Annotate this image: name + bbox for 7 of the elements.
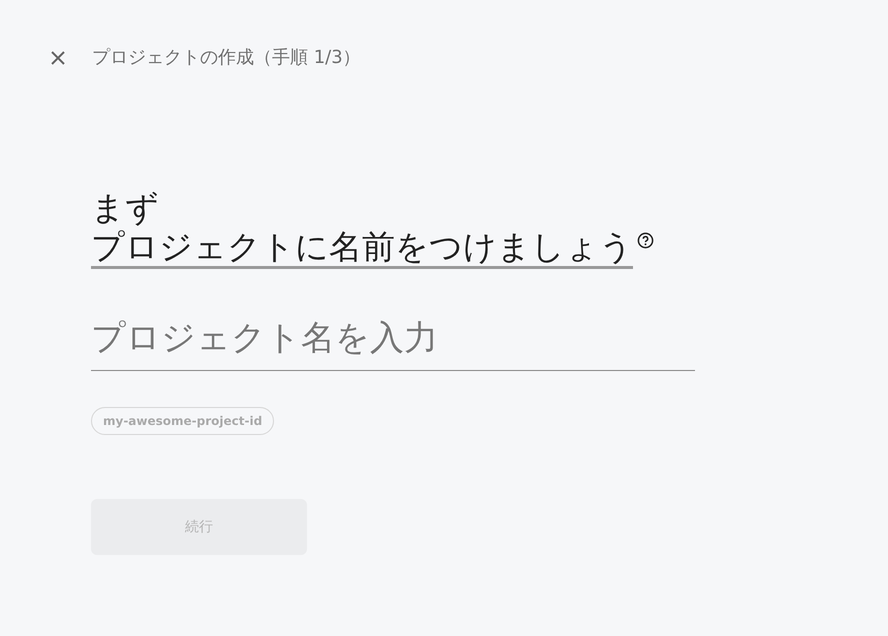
- project-id-chip: my-awesome-project-id: [91, 407, 274, 436]
- close-icon: [50, 50, 66, 66]
- heading-text: まず: [91, 188, 159, 227]
- project-name-field[interactable]: プロジェクト名を入力: [91, 309, 695, 372]
- page-title: プロジェクトの作成（手順 1/3）: [92, 46, 361, 70]
- help-icon[interactable]: [637, 232, 654, 250]
- heading-link[interactable]: プロジェクトに名前をつけましょう: [91, 228, 633, 270]
